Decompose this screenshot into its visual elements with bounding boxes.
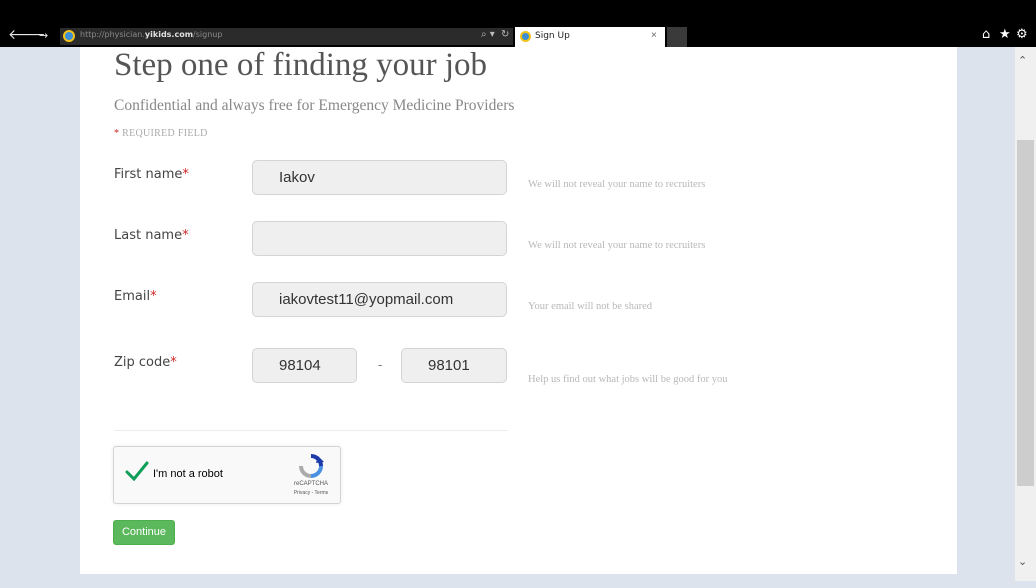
home-icon[interactable]: ⌂ bbox=[982, 27, 990, 42]
zip-code-label: Zip code* bbox=[114, 355, 177, 370]
favorites-star-icon[interactable]: ★ bbox=[999, 27, 1011, 42]
address-url[interactable]: http://physician.yikids.com/signup bbox=[80, 30, 222, 39]
last-name-label: Last name* bbox=[114, 228, 189, 243]
address-bar[interactable]: http://physician.yikids.com/signup ⌕ ▾ ↻ bbox=[60, 28, 513, 45]
recaptcha-widget: I'm not a robot reCAPTCHA Privacy - Term… bbox=[113, 446, 341, 504]
continue-button[interactable]: Continue bbox=[113, 520, 175, 545]
tab-close-icon[interactable]: × bbox=[651, 30, 657, 41]
first-name-label: First name* bbox=[114, 167, 189, 182]
zip-code-secondary-input[interactable] bbox=[401, 348, 507, 383]
scrollbar-thumb[interactable] bbox=[1017, 140, 1034, 486]
scroll-up-icon[interactable]: ⌃ bbox=[1018, 54, 1027, 67]
zip-code-input[interactable] bbox=[252, 348, 357, 383]
scroll-down-icon[interactable]: ⌄ bbox=[1018, 555, 1027, 568]
zip-code-hint: Help us find out what jobs will be good … bbox=[528, 374, 728, 385]
checkmark-icon[interactable] bbox=[125, 461, 149, 481]
refresh-icon[interactable]: ↻ bbox=[501, 29, 509, 40]
required-field-note: * REQUIRED FIELD bbox=[114, 128, 208, 139]
page-title: Step one of finding your job bbox=[114, 47, 488, 83]
last-name-input[interactable] bbox=[252, 221, 507, 256]
page-subtitle: Confidential and always free for Emergen… bbox=[114, 97, 515, 114]
first-name-hint: We will not reveal your name to recruite… bbox=[528, 179, 706, 190]
required-star: * bbox=[114, 128, 120, 139]
tab-sign-up[interactable]: Sign Up × bbox=[515, 27, 665, 47]
settings-gear-icon[interactable]: ⚙ bbox=[1016, 27, 1028, 42]
email-label: Email* bbox=[114, 289, 157, 304]
recaptcha-brand: reCAPTCHA bbox=[293, 481, 328, 487]
new-tab-button[interactable] bbox=[667, 27, 687, 47]
divider bbox=[114, 430, 508, 431]
recaptcha-privacy-terms[interactable]: Privacy - Terms bbox=[288, 490, 334, 496]
email-hint: Your email will not be shared bbox=[528, 301, 653, 312]
last-name-hint: We will not reveal your name to recruite… bbox=[528, 240, 706, 251]
recaptcha-label[interactable]: I'm not a robot bbox=[153, 468, 223, 480]
email-input[interactable] bbox=[252, 282, 507, 317]
recaptcha-logo-icon bbox=[299, 454, 324, 478]
ie-favicon-icon bbox=[63, 30, 75, 42]
first-name-input[interactable] bbox=[252, 160, 507, 195]
tab-title: Sign Up bbox=[535, 31, 570, 41]
search-dropdown-icon[interactable]: ⌕ ▾ bbox=[481, 29, 495, 40]
zip-separator: - bbox=[378, 357, 383, 372]
tab-favicon-icon bbox=[520, 31, 531, 42]
forward-arrow-icon[interactable]: → bbox=[39, 29, 48, 43]
